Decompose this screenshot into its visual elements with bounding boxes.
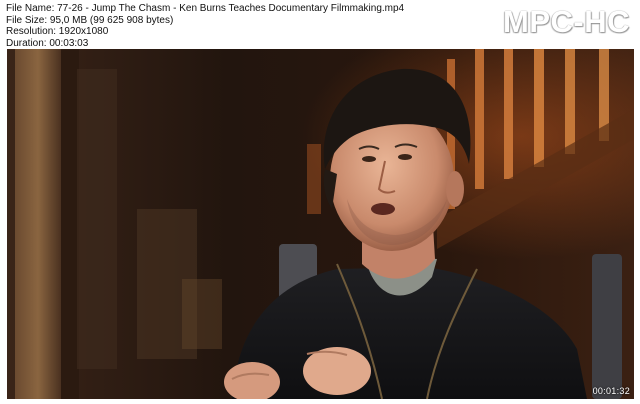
video-frame-image	[7, 49, 634, 399]
resolution-line: Resolution: 1920x1080	[6, 26, 109, 37]
file-info-panel: File Name: 77-26 - Jump The Chasm - Ken …	[6, 3, 476, 49]
file-name-line: File Name: 77-26 - Jump The Chasm - Ken …	[6, 3, 405, 14]
file-size-line: File Size: 95,0 MB (99 625 908 bytes)	[6, 14, 174, 26]
video-frame-thumbnail: 00:01:32	[7, 49, 634, 399]
duration-line: Duration: 00:03:03	[6, 37, 89, 49]
mpc-hc-logo: MPC-HC	[503, 4, 630, 39]
frame-timestamp: 00:01:32	[592, 386, 630, 396]
